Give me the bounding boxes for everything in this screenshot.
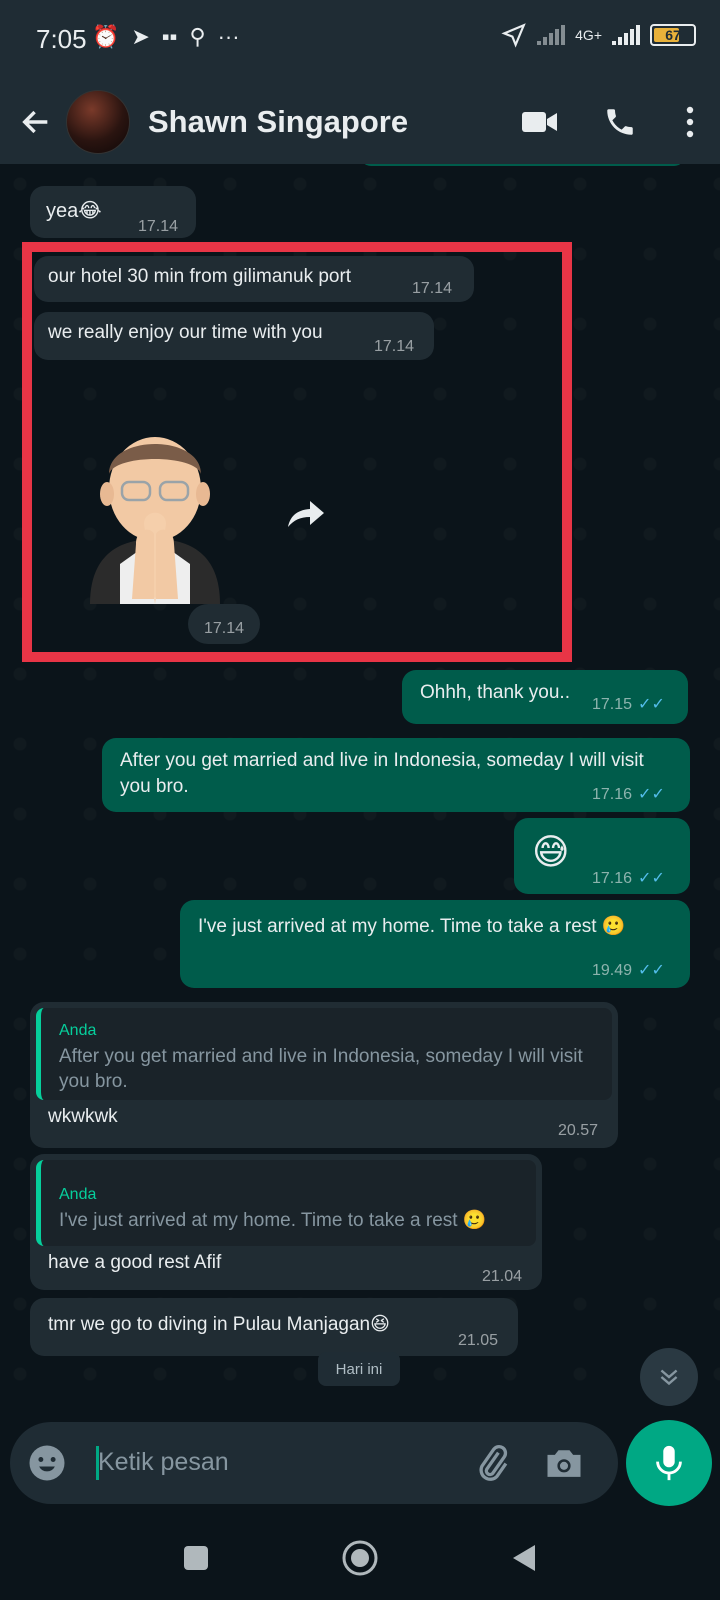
- read-ticks-icon: ✓✓: [638, 870, 665, 887]
- message-input-bar: Ketik pesan: [10, 1422, 618, 1504]
- quoted-message[interactable]: Anda After you get married and live in I…: [36, 1008, 612, 1100]
- message-incoming-reply[interactable]: Anda I've just arrived at my home. Time …: [30, 1154, 542, 1290]
- quote-author: Anda: [59, 1022, 97, 1039]
- quote-author: Anda: [59, 1186, 97, 1203]
- message-outgoing[interactable]: Ohhh, thank you.. 17.15 ✓✓: [402, 670, 688, 724]
- message-time: 17.16 ✓✓: [592, 866, 665, 892]
- message-input[interactable]: Ketik pesan: [98, 1448, 229, 1477]
- message-outgoing[interactable]: I've just arrived at my home. Time to ta…: [180, 900, 690, 988]
- previous-message-edge: [360, 164, 685, 166]
- message-time: 19.49 ✓✓: [592, 958, 665, 984]
- telegram-icon: ➤: [131, 24, 150, 49]
- status-bar: 7:05 ⏰ ➤ ▪▪ ⚲ ··· 4G+ 67: [0, 0, 720, 80]
- triangle-back-icon: [513, 1544, 535, 1571]
- signal-icon-2: [612, 25, 640, 45]
- message-time-value: 17.16: [592, 786, 633, 803]
- message-incoming[interactable]: yea😂 17.14: [30, 186, 196, 238]
- message-text: Ohhh, thank you..: [420, 682, 570, 703]
- attach-button[interactable]: [470, 1442, 514, 1486]
- message-text: 😅: [532, 831, 570, 872]
- message-text: I've just arrived at my home. Time to ta…: [198, 916, 626, 937]
- quote-text: After you get married and live in Indone…: [59, 1046, 583, 1092]
- battery-level: 67: [665, 27, 681, 43]
- read-ticks-icon: ✓✓: [638, 786, 665, 803]
- message-text: tmr we go to diving in Pulau Manjagan😆: [48, 1314, 390, 1335]
- alarm-icon: ⏰: [92, 24, 120, 49]
- message-time: 21.04: [482, 1268, 523, 1285]
- status-system-icons: 4G+ 67: [501, 22, 696, 48]
- message-time: 17.16 ✓✓: [592, 782, 665, 808]
- voice-call-button[interactable]: [580, 92, 660, 152]
- navigation-icon: [501, 23, 526, 48]
- status-notification-icons: ⏰ ➤ ▪▪ ⚲ ···: [92, 24, 240, 50]
- message-time: 17.14: [138, 218, 179, 235]
- quote-text: I've just arrived at my home. Time to ta…: [59, 1210, 487, 1231]
- contact-name[interactable]: Shawn Singapore: [148, 104, 500, 140]
- highlight-box: [22, 242, 572, 662]
- message-text: After you get married and live in Indone…: [120, 750, 644, 797]
- message-text: wkwkwk: [48, 1106, 118, 1127]
- message-time-value: 19.49: [592, 962, 633, 979]
- message-incoming-reply[interactable]: Anda After you get married and live in I…: [30, 1002, 618, 1148]
- back-nav-button[interactable]: [509, 1542, 539, 1579]
- message-outgoing[interactable]: 😅 17.16 ✓✓: [514, 818, 690, 894]
- recents-button[interactable]: [181, 1543, 211, 1578]
- square-icon: [184, 1545, 208, 1570]
- camera-button[interactable]: [542, 1442, 586, 1486]
- video-call-button[interactable]: [500, 92, 580, 152]
- video-call-icon: [522, 112, 557, 132]
- more-notifications-icon: ···: [217, 24, 240, 49]
- microphone-icon: [656, 1445, 682, 1481]
- back-button[interactable]: [6, 92, 66, 152]
- home-button[interactable]: [341, 1539, 379, 1582]
- message-outgoing[interactable]: After you get married and live in Indone…: [102, 738, 690, 812]
- voice-message-button[interactable]: [626, 1420, 712, 1506]
- quoted-message[interactable]: Anda I've just arrived at my home. Time …: [36, 1160, 536, 1246]
- app-notification-icon: ▪▪: [161, 24, 178, 49]
- paperclip-icon: [479, 1444, 508, 1481]
- message-time: 17.15 ✓✓: [592, 692, 665, 718]
- message-incoming[interactable]: tmr we go to diving in Pulau Manjagan😆 2…: [30, 1298, 518, 1356]
- more-options-button[interactable]: [660, 92, 720, 152]
- message-time-value: 17.15: [592, 696, 633, 713]
- message-time: 21.05: [458, 1332, 499, 1349]
- status-time: 7:05: [36, 24, 87, 54]
- network-type: 4G+: [575, 27, 602, 43]
- back-arrow-icon: [22, 110, 48, 134]
- chat-messages[interactable]: yea😂 17.14 our hotel 30 min from giliman…: [0, 164, 720, 1414]
- camera-icon: [547, 1450, 581, 1477]
- location-icon: ⚲: [189, 24, 206, 49]
- double-chevron-down-icon: [660, 1369, 678, 1386]
- emoji-icon: [29, 1445, 65, 1481]
- message-time-value: 17.16: [592, 870, 633, 887]
- date-chip: Hari ini: [318, 1352, 400, 1386]
- read-ticks-icon: ✓✓: [638, 696, 665, 713]
- message-time: 20.57: [558, 1122, 599, 1139]
- system-navigation-bar: [0, 1520, 720, 1600]
- battery-icon: 67: [650, 24, 696, 46]
- emoji-button[interactable]: [26, 1442, 68, 1484]
- read-ticks-icon: ✓✓: [638, 962, 665, 979]
- message-text: have a good rest Afif: [48, 1252, 222, 1273]
- scroll-to-bottom-button[interactable]: [640, 1348, 698, 1406]
- message-text: yea😂: [46, 200, 102, 222]
- signal-icon: [537, 25, 566, 45]
- kebab-menu-icon: [686, 106, 694, 138]
- chat-header: Shawn Singapore: [0, 80, 720, 164]
- avatar[interactable]: [66, 90, 130, 154]
- phone-icon: [607, 109, 633, 135]
- circle-icon: [342, 1540, 378, 1575]
